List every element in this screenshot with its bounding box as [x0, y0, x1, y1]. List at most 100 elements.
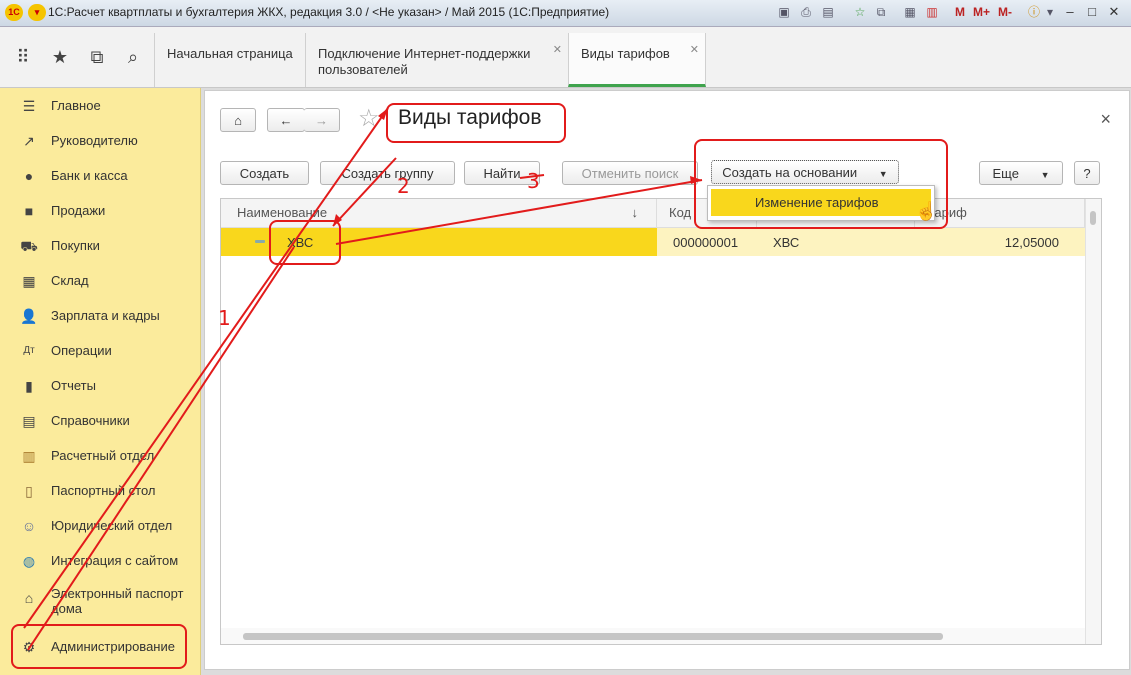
- sidebar-item-label: Паспортный стол: [51, 483, 156, 498]
- save-icon[interactable]: ▣: [776, 4, 792, 20]
- window-title: 1С:Расчет квартплаты и бухгалтерия ЖКХ, …: [48, 5, 610, 19]
- tariff-table: Наименование ↓ Код Тариф ХВС 000000001 Х…: [220, 198, 1102, 645]
- trend-icon: ↗: [23, 133, 35, 149]
- sidebar-item-label: Интеграция с сайтом: [51, 553, 179, 568]
- globe-icon: ◍: [22, 553, 36, 569]
- close-window-icon[interactable]: ✕: [1104, 3, 1124, 21]
- tab-home-page[interactable]: Начальная страница: [154, 33, 306, 87]
- sidebar-item-label: Склад: [51, 273, 89, 288]
- horizontal-scrollbar[interactable]: [221, 628, 1085, 644]
- bar-chart-icon: ▮: [25, 378, 33, 394]
- more-button[interactable]: Еще ▼: [979, 161, 1063, 185]
- tab-label: Начальная страница: [167, 46, 293, 61]
- menu-lines-icon: ☰: [22, 98, 36, 114]
- app-logo-icon[interactable]: 1С: [5, 4, 23, 21]
- tariff-types-form: ⌂ ← → ☆ × Создать Создать группу Найти О…: [204, 90, 1130, 670]
- create-button[interactable]: Создать: [220, 161, 309, 185]
- close-form-button[interactable]: ×: [1100, 109, 1111, 130]
- section-panel: ⠿ ★ ⧉ ⌕ Начальная страница Подключение И…: [0, 27, 1131, 88]
- sidebar-item-label: Руководителю: [51, 133, 138, 148]
- sidebar-item-purchases[interactable]: ⛟ Покупки: [0, 232, 200, 262]
- vertical-scroll-thumb[interactable]: [1090, 211, 1096, 225]
- tab-label: Подключение Интернет-поддержки пользоват…: [318, 46, 531, 77]
- cancel-search-button[interactable]: Отменить поиск: [562, 161, 698, 185]
- info-dropdown-icon[interactable]: ▾: [1042, 4, 1058, 20]
- forward-button[interactable]: →: [304, 108, 340, 132]
- cart-icon: ⛟: [20, 238, 38, 254]
- sidebar-item-catalogs[interactable]: ▤ Справочники: [0, 407, 200, 437]
- annotation-box-administration: [11, 624, 187, 669]
- calculator-icon[interactable]: ▦: [902, 4, 918, 20]
- back-button[interactable]: ←: [267, 108, 305, 132]
- create-group-button[interactable]: Создать группу: [320, 161, 455, 185]
- maximize-icon[interactable]: □: [1082, 3, 1102, 21]
- book-icon: ▤: [22, 413, 36, 429]
- help-button[interactable]: ?: [1074, 161, 1100, 185]
- arrow-right-icon: →: [315, 113, 328, 128]
- sidebar-item-reports[interactable]: ▮ Отчеты: [0, 372, 200, 402]
- annotation-box-create-based: [694, 139, 948, 229]
- arrow-left-icon: ←: [279, 113, 293, 128]
- table-row[interactable]: ХВС 000000001 ХВС 12,05000: [221, 228, 1085, 256]
- main-menu-icon[interactable]: ▾: [28, 4, 46, 21]
- sidebar-item-label: Юридический отдел: [51, 518, 173, 533]
- sidebar-item-bank[interactable]: ● Банк и касса: [0, 162, 200, 192]
- sidebar-item-passport-office[interactable]: ▯ Паспортный стол: [0, 477, 200, 507]
- person-icon: 👤: [20, 308, 38, 324]
- home-button[interactable]: ⌂: [220, 108, 256, 132]
- favorites-icon[interactable]: ☆: [852, 4, 868, 20]
- close-tab-icon[interactable]: ✕: [553, 43, 562, 56]
- sidebar-item-operations[interactable]: Дт Операции: [0, 337, 200, 367]
- sidebar-item-label: Справочники: [51, 413, 130, 428]
- ruble-coin-icon: ●: [24, 168, 34, 184]
- calendar-icon[interactable]: ▥: [924, 4, 940, 20]
- house-doc-icon: ⌂: [24, 590, 34, 606]
- sidebar-item-manager[interactable]: ↗ Руководителю: [0, 127, 200, 157]
- preview-icon[interactable]: ▤: [820, 4, 836, 20]
- sidebar-item-label: Банк и касса: [51, 168, 128, 183]
- sidebar-item-legal[interactable]: ☺ Юридический отдел: [0, 512, 200, 542]
- tab-internet-support[interactable]: Подключение Интернет-поддержки пользоват…: [305, 33, 569, 87]
- table-header: Наименование ↓ Код Тариф: [221, 199, 1101, 228]
- column-header-label: Наименование: [237, 205, 328, 220]
- info-icon[interactable]: ⓘ: [1026, 4, 1042, 20]
- sidebar-item-billing[interactable]: ▥ Расчетный отдел: [0, 442, 200, 472]
- lawyer-icon: ☺: [21, 518, 37, 534]
- debit-credit-icon: Дт: [23, 345, 35, 356]
- sort-arrow-icon: ↓: [631, 205, 639, 220]
- link-icon[interactable]: ⧉: [873, 4, 889, 20]
- sidebar-item-warehouse[interactable]: ▦ Склад: [0, 267, 200, 297]
- sections-sidebar: ☰ Главное ↗ Руководителю ● Банк и касса ■ Пр…: [0, 88, 201, 675]
- sidebar-item-label: Отчеты: [51, 378, 96, 393]
- memory-subtract-button[interactable]: M-: [998, 5, 1012, 19]
- memory-store-button[interactable]: M: [955, 5, 965, 19]
- favorites-star-icon[interactable]: ★: [48, 45, 72, 69]
- sidebar-item-label: Электронный паспорт дома: [51, 586, 184, 616]
- sidebar-item-sales[interactable]: ■ Продажи: [0, 197, 200, 227]
- sidebar-item-house-passport[interactable]: ⌂ Электронный паспорт дома: [0, 584, 200, 620]
- print-icon[interactable]: ⎙: [798, 4, 814, 20]
- sidebar-item-site-integration[interactable]: ◍ Интеграция с сайтом: [0, 547, 200, 577]
- tab-label: Виды тарифов: [581, 46, 670, 61]
- tab-tariff-types[interactable]: Виды тарифов ✕: [568, 33, 706, 87]
- favorite-star-icon[interactable]: ☆: [358, 105, 380, 133]
- calculator-icon: ▥: [22, 448, 36, 464]
- sidebar-item-label: Покупки: [51, 238, 100, 253]
- find-button[interactable]: Найти: [464, 161, 540, 185]
- more-label: Еще: [992, 166, 1019, 181]
- search-icon[interactable]: ⌕: [121, 45, 145, 69]
- close-tab-icon[interactable]: ✕: [690, 43, 699, 56]
- sidebar-item-label: Продажи: [51, 203, 106, 218]
- history-icon[interactable]: ⧉: [85, 45, 109, 69]
- vertical-scrollbar[interactable]: [1085, 199, 1101, 644]
- sidebar-item-salary[interactable]: 👤 Зарплата и кадры: [0, 302, 200, 332]
- warehouse-grid-icon: ▦: [22, 273, 36, 289]
- minimize-icon[interactable]: –: [1060, 3, 1080, 21]
- memory-add-button[interactable]: M+: [973, 5, 990, 19]
- sections-grid-icon[interactable]: ⠿: [11, 45, 35, 69]
- cell-service: ХВС: [773, 235, 800, 250]
- annotation-box-row: [269, 220, 341, 265]
- horizontal-scroll-thumb[interactable]: [243, 633, 943, 640]
- sidebar-item-main[interactable]: ☰ Главное: [0, 92, 200, 122]
- cell-code: 000000001: [673, 235, 739, 250]
